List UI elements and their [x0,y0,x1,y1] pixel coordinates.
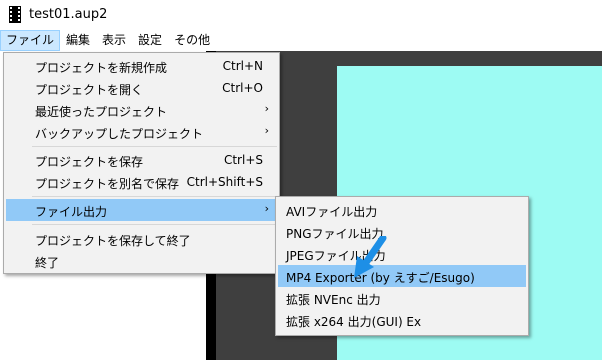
menu-item-recent-projects[interactable]: 最近使ったプロジェクト › [6,99,277,121]
menu-item-new-project[interactable]: プロジェクトを新規作成 Ctrl+N [6,55,277,77]
menu-item-label: プロジェクトを保存 [35,155,144,169]
menu-item-save-as[interactable]: プロジェクトを別名で保存 Ctrl+Shift+S [6,171,277,193]
menu-item-label: 拡張 NVEnc 出力 [286,293,381,307]
menu-other[interactable]: その他 [168,30,216,51]
window-title: test01.aup2 [29,7,108,22]
file-menu: プロジェクトを新規作成 Ctrl+N プロジェクトを開く Ctrl+O 最近使っ… [3,52,280,274]
menu-item-backup-projects[interactable]: バックアップしたプロジェクト › [6,121,277,143]
menu-item-save-project[interactable]: プロジェクトを保存 Ctrl+S [6,149,277,171]
menu-bar: ファイル 編集 表示 設定 その他 [0,30,602,51]
film-icon [9,6,21,23]
menu-item-label: ファイル出力 [35,205,108,219]
shortcut-label: Ctrl+Shift+S [186,175,263,189]
menu-item-label: プロジェクトを別名で保存 [35,177,180,191]
menu-item-label: プロジェクトを新規作成 [35,61,168,75]
shortcut-label: Ctrl+N [222,59,263,73]
export-submenu: AVIファイル出力 PNGファイル出力 JPEGファイル出力 MP4 Expor… [275,196,529,336]
submenu-item-avi[interactable]: AVIファイル出力 [278,199,526,221]
menu-separator [32,224,277,225]
menu-item-label: プロジェクトを保存して終了 [35,234,191,248]
menu-separator [32,146,277,147]
menu-item-label: 拡張 x264 出力(GUI) Ex [286,315,422,329]
menu-item-label: 終了 [35,256,60,270]
shortcut-label: Ctrl+S [223,153,263,167]
menu-item-file-export[interactable]: ファイル出力 › [6,199,277,221]
menu-item-label: AVIファイル出力 [286,205,378,219]
menu-item-exit[interactable]: 終了 [6,250,277,272]
submenu-item-mp4-exporter[interactable]: MP4 Exporter (by えすご/Esugo) [278,265,526,287]
menu-item-open-project[interactable]: プロジェクトを開く Ctrl+O [6,77,277,99]
menu-edit[interactable]: 編集 [60,30,96,51]
shortcut-label: Ctrl+O [222,81,263,95]
menu-file[interactable]: ファイル [0,30,61,51]
chevron-right-icon: › [264,102,269,115]
chevron-right-icon: › [264,124,269,137]
menu-item-label: 最近使ったプロジェクト [35,105,168,119]
menu-view[interactable]: 表示 [96,30,132,51]
menu-item-save-and-exit[interactable]: プロジェクトを保存して終了 [6,228,277,250]
chevron-right-icon: › [264,202,269,215]
title-bar: test01.aup2 [0,0,602,30]
submenu-item-nvenc[interactable]: 拡張 NVEnc 出力 [278,287,526,309]
menu-separator [32,196,277,197]
submenu-item-jpeg[interactable]: JPEGファイル出力 [278,243,526,265]
submenu-item-png[interactable]: PNGファイル出力 [278,221,526,243]
menu-item-label: プロジェクトを開く [35,83,144,97]
submenu-item-x264[interactable]: 拡張 x264 出力(GUI) Ex [278,309,526,331]
pointer-arrow-icon [354,236,387,278]
menu-item-label: バックアップしたプロジェクト [35,127,204,141]
menu-settings[interactable]: 設定 [132,30,168,51]
